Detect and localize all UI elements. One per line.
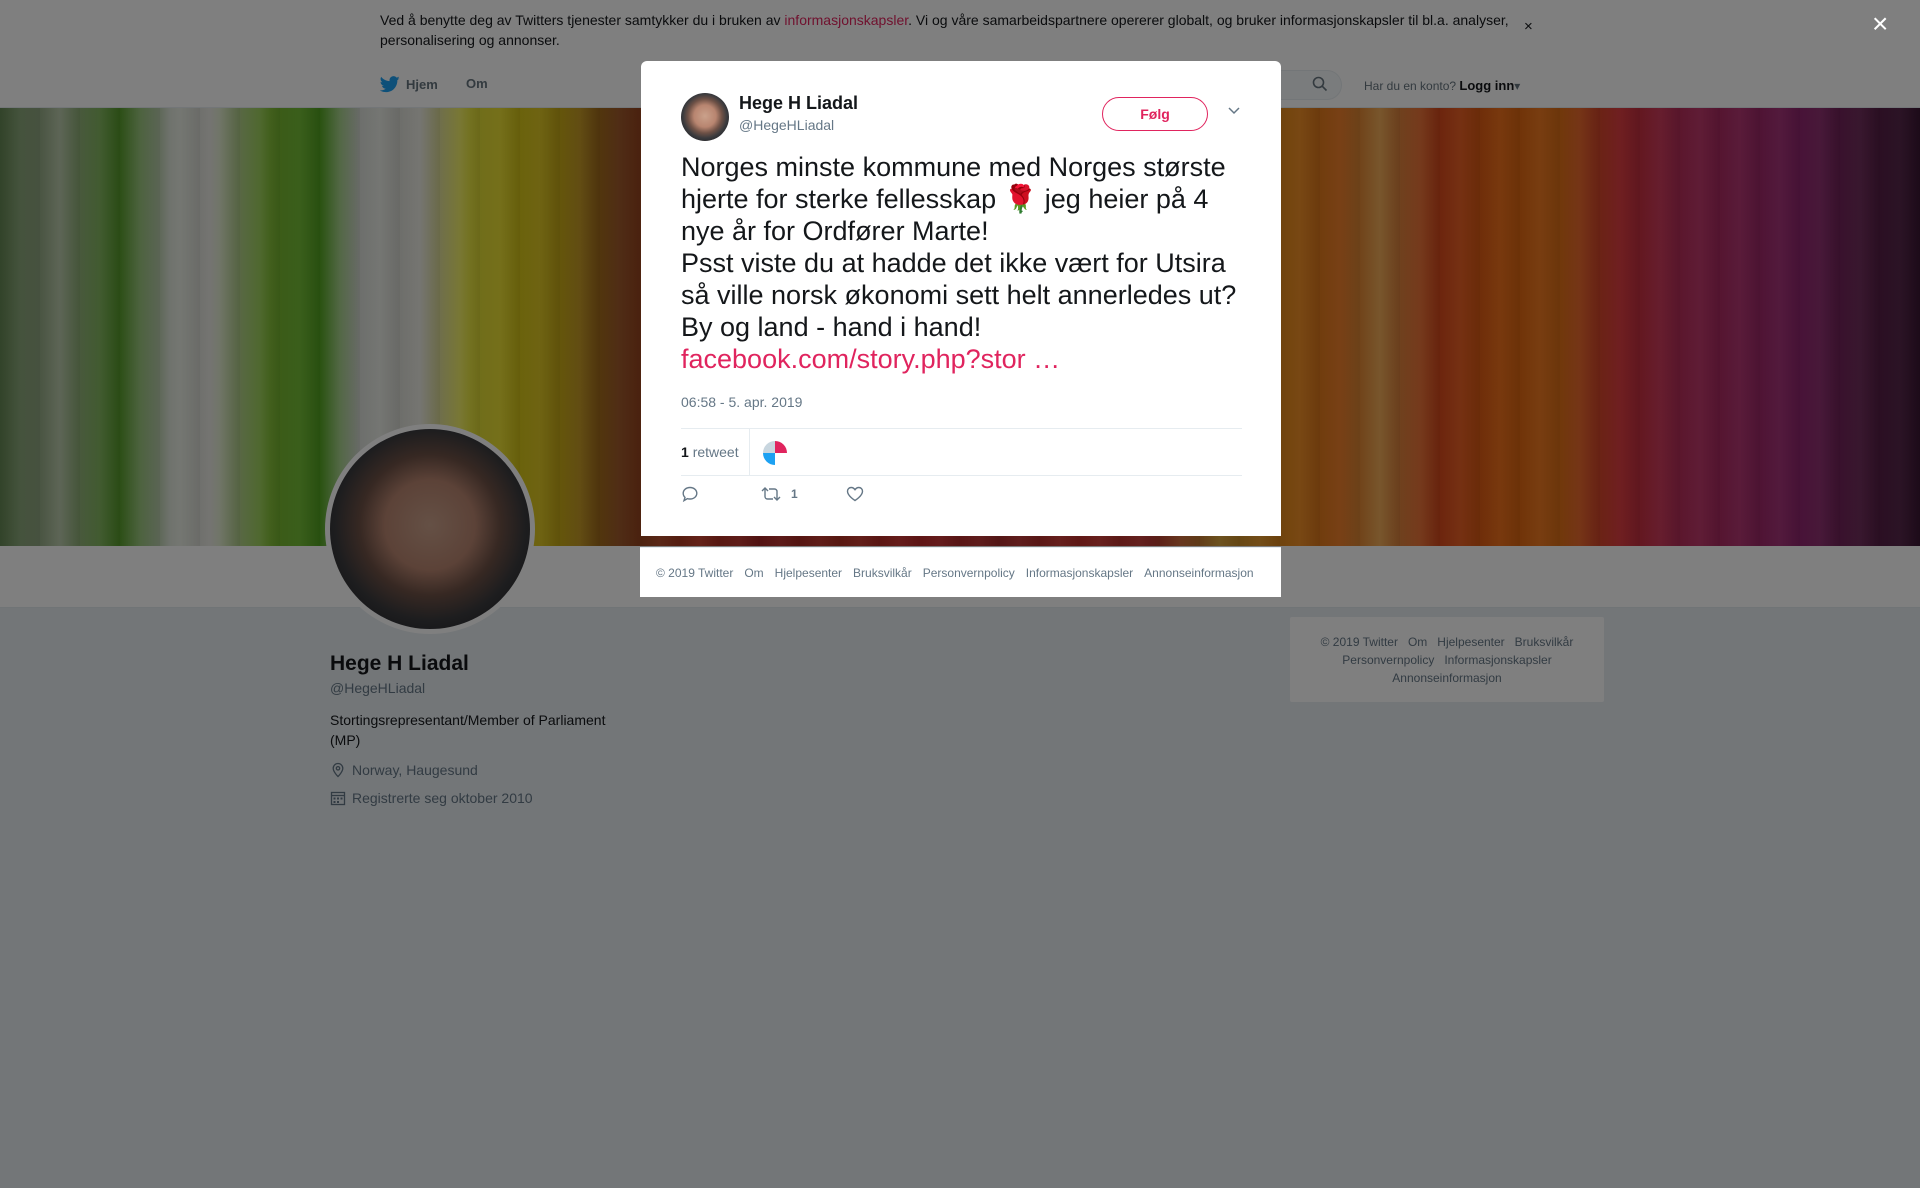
retweet-action-count: 1: [791, 487, 798, 501]
tweet-actions: 1: [681, 485, 864, 503]
rose-emoji-icon: 🌹: [1003, 184, 1038, 214]
modal-footer-terms-link[interactable]: Bruksvilkår: [853, 566, 912, 580]
close-icon[interactable]: ×: [1872, 10, 1888, 38]
tweet-link[interactable]: facebook.com/story.php?stor …: [681, 344, 1060, 374]
retweet-count-label: retweet: [692, 444, 739, 460]
like-button[interactable]: [846, 486, 864, 502]
modal-footer-help-link[interactable]: Hjelpesenter: [775, 566, 842, 580]
retweet-count[interactable]: 1 retweet: [681, 444, 739, 460]
retweet-icon: [761, 487, 781, 501]
chevron-down-icon[interactable]: [1227, 105, 1241, 115]
modal-footer-cookies-link[interactable]: Informasjonskapsler: [1026, 566, 1133, 580]
tweet-text: Norges minste kommune med Norges største…: [681, 151, 1246, 375]
retweet-button[interactable]: 1: [761, 486, 798, 502]
tweet-author-avatar[interactable]: [681, 93, 729, 141]
modal-footer: © 2019 Twitter Om Hjelpesenter Bruksvilk…: [640, 547, 1281, 597]
tweet-author-handle[interactable]: @HegeHLiadal: [739, 117, 834, 133]
modal-footer-about-link[interactable]: Om: [744, 566, 763, 580]
heart-icon: [846, 486, 863, 502]
modal-footer-ads-link[interactable]: Annonseinformasjon: [1144, 566, 1253, 580]
modal-footer-privacy-link[interactable]: Personvernpolicy: [923, 566, 1015, 580]
tweet-stats: 1 retweet: [681, 428, 1242, 476]
stats-divider: [749, 429, 750, 475]
reply-button[interactable]: [681, 485, 699, 503]
tweet-timestamp[interactable]: 06:58 - 5. apr. 2019: [681, 394, 802, 410]
reply-icon: [682, 486, 698, 503]
follow-button[interactable]: Følg: [1102, 97, 1208, 131]
retweet-count-number: 1: [681, 444, 689, 460]
retweeter-avatar[interactable]: [763, 441, 787, 465]
tweet-author-name[interactable]: Hege H Liadal: [739, 93, 858, 114]
tweet-modal: Hege H Liadal @HegeHLiadal Følg Norges m…: [641, 61, 1281, 536]
modal-footer-copyright[interactable]: © 2019 Twitter: [656, 566, 733, 580]
